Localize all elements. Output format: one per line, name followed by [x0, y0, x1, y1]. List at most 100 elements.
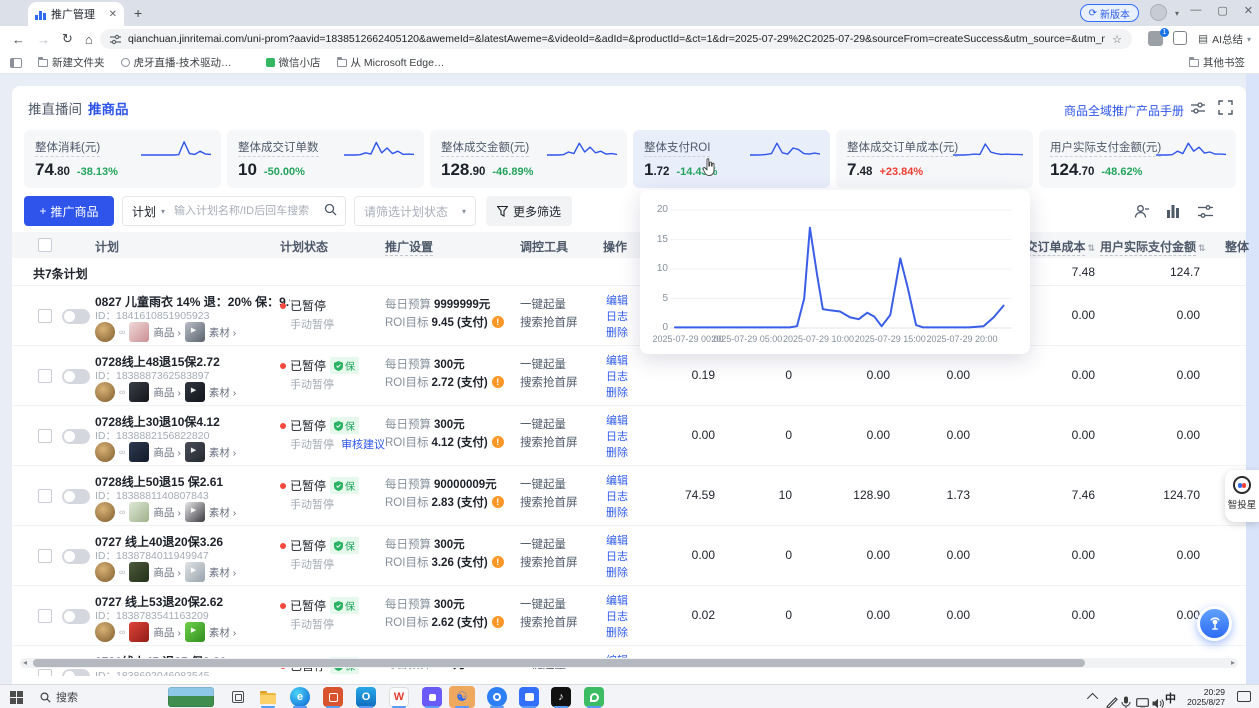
material-link[interactable]: 素材 ›	[209, 385, 236, 400]
product-link[interactable]: 商品 ›	[153, 625, 180, 640]
row-checkbox[interactable]	[38, 429, 52, 443]
delete-link[interactable]: 删除	[606, 384, 628, 400]
stat-card[interactable]: 整体支付ROI 1 .72 -14.43%	[633, 130, 830, 188]
edit-link[interactable]: 编辑	[606, 472, 628, 488]
home-button[interactable]: ⌂	[85, 32, 93, 47]
tray-clock[interactable]: 20:292025/8/27	[1183, 687, 1225, 707]
settings-sliders-icon[interactable]	[1190, 100, 1208, 118]
warning-icon[interactable]: !	[492, 616, 504, 628]
row-toggle-switch[interactable]	[62, 669, 90, 676]
app-store[interactable]	[323, 687, 343, 707]
bookmark-item[interactable]: 虎牙直播-技术驱动…	[121, 55, 232, 70]
material-link[interactable]: 素材 ›	[209, 505, 236, 520]
app-wps[interactable]: W	[389, 687, 409, 707]
app-douyin[interactable]: ♪	[551, 687, 571, 707]
tool-search-link[interactable]: 搜索抢首屏	[520, 554, 578, 570]
bookmark-item[interactable]: 从 Microsoft Edge…	[337, 55, 445, 70]
tray-volume-icon[interactable]	[1152, 691, 1164, 708]
app-blue-square[interactable]	[519, 687, 539, 707]
material-link[interactable]: 素材 ›	[209, 625, 236, 640]
sort-icon[interactable]: ⇅	[1198, 243, 1206, 253]
tab-promote-live[interactable]: 推直播间	[28, 98, 82, 118]
weather-widget[interactable]	[168, 687, 214, 707]
col-plan[interactable]: 计划	[95, 238, 275, 255]
app-blue-circle[interactable]	[487, 687, 507, 707]
col-tools[interactable]: 调控工具	[520, 238, 602, 255]
bookmark-star-icon[interactable]: ☆	[1112, 33, 1122, 46]
delete-link[interactable]: 删除	[606, 444, 628, 460]
review-suggest-link[interactable]: 审核建议	[341, 439, 385, 451]
more-filters-button[interactable]: 更多筛选	[486, 196, 572, 226]
reload-button[interactable]: ↻	[62, 31, 73, 47]
delete-link[interactable]: 删除	[606, 564, 628, 580]
log-link[interactable]: 日志	[606, 308, 628, 324]
extensions-puzzle-icon[interactable]	[1173, 31, 1187, 45]
chart-columns-icon[interactable]	[1160, 198, 1186, 224]
taskbar-search[interactable]: 搜索	[40, 689, 78, 705]
row-checkbox[interactable]	[38, 369, 52, 383]
tab-promote-product[interactable]: 推商品	[88, 98, 129, 118]
tray-mic-icon[interactable]	[1121, 690, 1131, 708]
row-toggle-switch[interactable]	[62, 549, 90, 564]
table-settings-icon[interactable]	[1192, 198, 1218, 224]
app-outlook[interactable]: O	[356, 687, 376, 707]
edit-link[interactable]: 编辑	[606, 352, 628, 368]
warning-icon[interactable]: !	[492, 376, 504, 388]
edit-link[interactable]: 编辑	[606, 412, 628, 428]
log-link[interactable]: 日志	[606, 548, 628, 564]
col-user-pay[interactable]: 用户实际支付金额⇅	[1100, 238, 1200, 255]
plan-type-select[interactable]: 计划▾	[123, 203, 174, 220]
edit-link[interactable]: 编辑	[606, 592, 628, 608]
back-button[interactable]: ←	[12, 32, 25, 47]
site-settings-icon[interactable]	[110, 34, 121, 45]
tool-boost-link[interactable]: 一键起量	[520, 536, 566, 552]
row-toggle-switch[interactable]	[62, 609, 90, 624]
app-qianchuan-active[interactable]: ☯	[452, 687, 472, 707]
stat-card[interactable]: 整体成交金额(元) 128 .90 -46.89%	[430, 130, 627, 188]
app-purple[interactable]	[422, 687, 442, 707]
product-link[interactable]: 商品 ›	[153, 325, 180, 340]
product-link[interactable]: 商品 ›	[153, 505, 180, 520]
tool-search-link[interactable]: 搜索抢首屏	[520, 314, 578, 330]
new-tab-button[interactable]: +	[134, 5, 142, 21]
select-all-checkbox[interactable]	[38, 238, 52, 252]
plan-status-select[interactable]: 请筛选计划状态▾	[354, 196, 476, 226]
window-maximize-button[interactable]: ▢	[1217, 4, 1227, 17]
row-toggle-switch[interactable]	[62, 429, 90, 444]
assistant-widget[interactable]: 智投星	[1225, 470, 1259, 522]
warning-icon[interactable]: !	[492, 496, 504, 508]
custom-metric-user-icon[interactable]	[1128, 198, 1154, 224]
row-checkbox[interactable]	[38, 309, 52, 323]
material-link[interactable]: 素材 ›	[209, 565, 236, 580]
promote-product-button[interactable]: +推广商品	[24, 196, 114, 226]
bookmark-item[interactable]: 微信小店	[266, 55, 321, 70]
log-link[interactable]: 日志	[606, 488, 628, 504]
browser-tab[interactable]: 推广管理 ✕	[28, 2, 124, 26]
row-checkbox[interactable]	[38, 609, 52, 623]
material-link[interactable]: 素材 ›	[209, 325, 236, 340]
product-link[interactable]: 商品 ›	[153, 445, 180, 460]
tool-search-link[interactable]: 搜索抢首屏	[520, 434, 578, 450]
app-edge[interactable]: e	[290, 687, 310, 707]
tool-boost-link[interactable]: 一键起量	[520, 416, 566, 432]
row-toggle-switch[interactable]	[62, 369, 90, 384]
tool-boost-link[interactable]: 一键起量	[520, 296, 566, 312]
stat-card[interactable]: 整体成交订单数 10 -50.00%	[227, 130, 424, 188]
tool-boost-link[interactable]: 一键起量	[520, 596, 566, 612]
search-icon[interactable]	[324, 203, 337, 219]
row-toggle-switch[interactable]	[62, 489, 90, 504]
edit-link[interactable]: 编辑	[606, 292, 628, 308]
log-link[interactable]: 日志	[606, 368, 628, 384]
tool-search-link[interactable]: 搜索抢首屏	[520, 614, 578, 630]
new-version-button[interactable]: ⟳新版本	[1080, 4, 1139, 22]
row-toggle-switch[interactable]	[62, 309, 90, 324]
log-link[interactable]: 日志	[606, 428, 628, 444]
stat-card[interactable]: 整体成交订单成本(元) 7 .48 +23.84%	[836, 130, 1033, 188]
row-checkbox[interactable]	[38, 669, 52, 676]
tool-boost-link[interactable]: 一键起量	[520, 476, 566, 492]
row-checkbox[interactable]	[38, 549, 52, 563]
tray-network-icon[interactable]	[1136, 691, 1149, 708]
window-minimize-button[interactable]: —	[1190, 4, 1201, 17]
scroll-right-arrow[interactable]: ▸	[1231, 658, 1235, 668]
start-button[interactable]	[10, 691, 23, 704]
